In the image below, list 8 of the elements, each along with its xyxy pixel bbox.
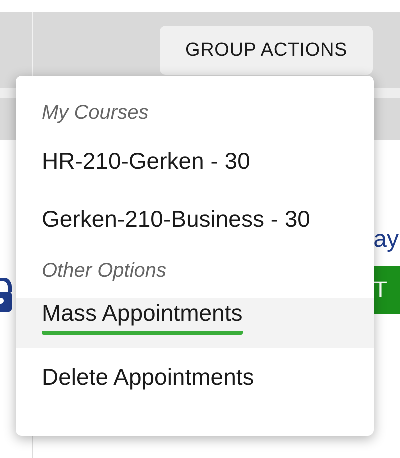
menu-header: My Courses	[41, 101, 150, 126]
menu-item[interactable]: HR-210-Gerken - 30	[16, 132, 374, 190]
menu-item[interactable]: Delete Appointments	[16, 348, 374, 406]
menu-item[interactable]: Mass Appointments	[16, 298, 374, 348]
group-actions-button[interactable]: GROUP ACTIONS	[160, 26, 373, 75]
menu-item[interactable]: Gerken-210-Business - 30	[16, 190, 374, 248]
menu-header: Other Options	[41, 259, 168, 284]
link[interactable]: ay	[374, 226, 399, 254]
